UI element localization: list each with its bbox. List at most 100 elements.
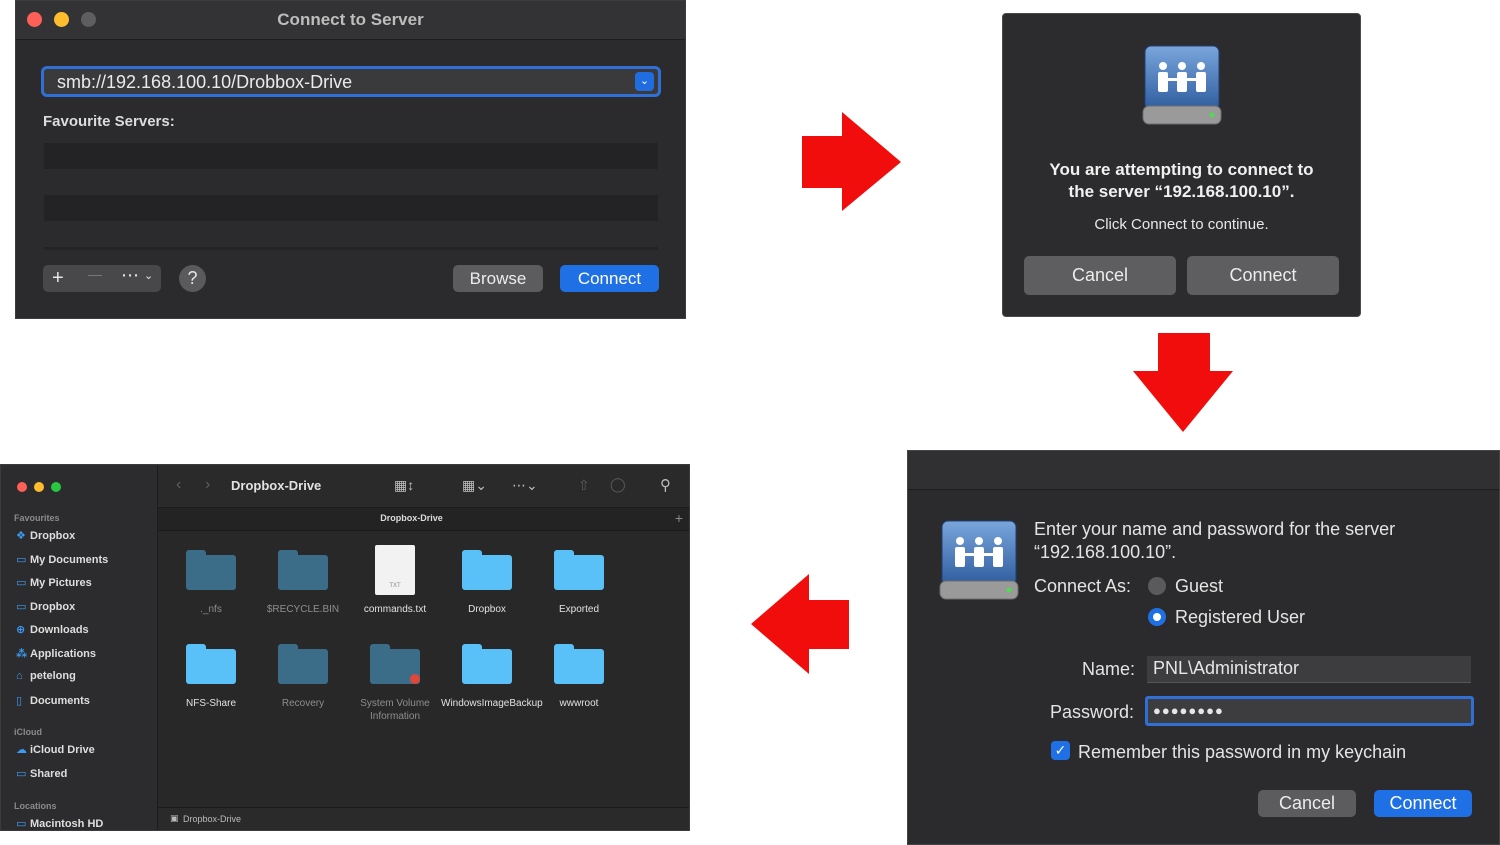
sidebar-item-label: Dropbox	[30, 530, 76, 542]
folder-body	[462, 555, 512, 590]
guest-radio[interactable]	[1148, 577, 1166, 595]
folder-icon	[186, 644, 236, 684]
password-field[interactable]: ●●●●●●●●	[1145, 696, 1474, 726]
sidebar-item[interactable]: ⁂ Applications	[16, 647, 96, 663]
sidebar-item[interactable]: ⊕ Downloads	[16, 623, 89, 639]
window-title: Dropbox-Drive	[231, 478, 322, 493]
cancel-button[interactable]: Cancel	[1024, 256, 1176, 295]
confirm-message: You are attempting to connect to the ser…	[1003, 159, 1360, 203]
connect-button[interactable]: Connect	[1374, 790, 1472, 817]
login-prompt: Enter your name and password for the ser…	[1034, 518, 1395, 564]
download-icon: ⊕	[16, 624, 26, 636]
folder-icon	[554, 550, 604, 590]
restricted-badge-icon	[410, 674, 420, 684]
name-field[interactable]: PNL\Administrator	[1147, 656, 1471, 683]
file-item-name: Dropbox	[468, 604, 506, 615]
file-item-name: WindowsImageBackup	[441, 698, 543, 709]
file-item-name: $RECYCLE.BIN	[266, 604, 340, 615]
connect-button[interactable]: Connect	[1187, 256, 1339, 295]
password-field-value: ●●●●●●●●	[1153, 703, 1224, 718]
sidebar-item[interactable]: ⌂ petelong	[16, 670, 76, 686]
disk-icon: ▭	[16, 818, 27, 830]
password-label: Password:	[1050, 702, 1135, 722]
sidebar-item-label: Shared	[30, 767, 68, 780]
zoom-window-button[interactable]	[51, 482, 61, 492]
registered-user-radio-label: Registered User	[1175, 607, 1306, 627]
connect-as-label: Connect As:	[1034, 576, 1132, 596]
sidebar-item[interactable]: ▭ Shared	[16, 767, 67, 783]
close-window-button[interactable]	[17, 482, 27, 492]
forward-icon[interactable]: ›	[205, 476, 210, 494]
sidebar-item[interactable]: ▭ Dropbox	[16, 600, 75, 616]
confirm-connect-dialog: You are attempting to connect to the ser…	[1002, 13, 1361, 317]
sidebar-section-favourites: Favourites	[14, 513, 60, 523]
tag-icon[interactable]: ◯	[610, 476, 626, 493]
tab-dropbox-drive[interactable]: Dropbox-Drive	[158, 513, 665, 523]
browse-button[interactable]: Browse	[453, 265, 543, 292]
sidebar-item-label: My Documents	[30, 553, 109, 566]
favourite-server-row[interactable]	[44, 247, 658, 250]
more-options-icon[interactable]: ⋯	[121, 265, 139, 286]
name-field-value: PNL\Administrator	[1153, 658, 1300, 678]
back-icon[interactable]: ‹	[176, 476, 181, 494]
login-prompt-line: Enter your name and password for the ser…	[1034, 519, 1396, 539]
favourite-server-row[interactable]	[44, 195, 658, 221]
arrow-down-icon	[1133, 333, 1233, 432]
minimize-window-button[interactable]	[34, 482, 44, 492]
sidebar-item[interactable]: ▭ My Documents	[16, 553, 108, 569]
new-tab-button[interactable]: +	[675, 510, 683, 526]
guest-radio-label: Guest	[1175, 576, 1224, 596]
add-favourite-button[interactable]: +	[52, 267, 64, 290]
server-address-field[interactable]: smb://192.168.100.10/Drobbox-Drive ⌄	[41, 66, 661, 97]
tab-bar: Dropbox-Drive +	[158, 508, 689, 531]
registered-user-radio[interactable]	[1148, 608, 1166, 626]
file-item-name: System Volume Information	[360, 698, 430, 722]
folder-icon	[462, 550, 512, 590]
sidebar-item[interactable]: ☁ iCloud Drive	[16, 743, 95, 759]
title-bar: Connect to Server	[16, 1, 685, 40]
folder-body	[186, 555, 236, 590]
icon-view-icon[interactable]: ▦↕	[394, 477, 414, 494]
folder-icon	[278, 550, 328, 590]
text-file-icon: TXT	[375, 545, 415, 595]
cancel-button[interactable]: Cancel	[1258, 790, 1356, 817]
window-title: Connect to Server	[277, 10, 424, 29]
file-item-name: ._nfs	[200, 604, 222, 615]
connect-button[interactable]: Connect	[560, 265, 659, 292]
sidebar-item-label: petelong	[30, 670, 76, 682]
remove-favourite-button[interactable]: —	[88, 266, 102, 282]
file-item-name: wwwroot	[559, 698, 599, 709]
sidebar-item[interactable]: ▭ My Pictures	[16, 576, 92, 592]
shared-folder-icon: ▭	[16, 767, 27, 780]
help-button[interactable]: ?	[179, 265, 206, 292]
finder-toolbar: ‹ › Dropbox-Drive ▦↕ ▦⌄ ⋯⌄ ⇧ ◯ ⚲	[158, 465, 689, 508]
sidebar-item[interactable]: ▭ Macintosh HD	[16, 817, 103, 833]
remember-password-checkbox[interactable]: ✓	[1051, 741, 1070, 760]
cloud-icon: ☁	[16, 744, 27, 756]
file-item-name: Exported	[558, 604, 600, 615]
folder-body	[278, 649, 328, 684]
chevron-down-icon[interactable]: ⌄	[144, 269, 153, 282]
search-icon[interactable]: ⚲	[660, 476, 671, 494]
network-server-icon	[1142, 45, 1222, 125]
sidebar-item-label: Downloads	[30, 624, 89, 636]
chevron-down-icon[interactable]: ⌄	[635, 72, 654, 91]
folder-body	[278, 555, 328, 590]
folder-icon: ▭	[16, 600, 27, 613]
sidebar-item[interactable]: ▯ Documents	[16, 694, 90, 710]
arrow-right-icon	[802, 112, 901, 211]
finder-window: Favourites ❖ Dropbox ▭ My Documents ▭ My Pict…	[0, 464, 690, 831]
document-icon: ▯	[16, 694, 23, 707]
confirm-message-line: the server “192.168.100.10”.	[1068, 182, 1295, 201]
share-icon[interactable]: ⇧	[578, 477, 590, 494]
sidebar-item-label: Dropbox	[30, 600, 76, 613]
applications-icon: ⁂	[16, 647, 28, 660]
group-view-icon[interactable]: ▦⌄	[462, 477, 487, 494]
sidebar-item[interactable]: ❖ Dropbox	[16, 529, 75, 545]
arrow-left-icon	[751, 574, 849, 674]
favourite-server-row[interactable]	[44, 143, 658, 169]
more-actions-icon[interactable]: ⋯⌄	[512, 477, 538, 494]
sidebar-section-icloud: iCloud	[14, 727, 42, 737]
status-path[interactable]: Dropbox-Drive	[183, 814, 241, 824]
favourites-controls: + — ⋯ ⌄	[43, 265, 161, 292]
